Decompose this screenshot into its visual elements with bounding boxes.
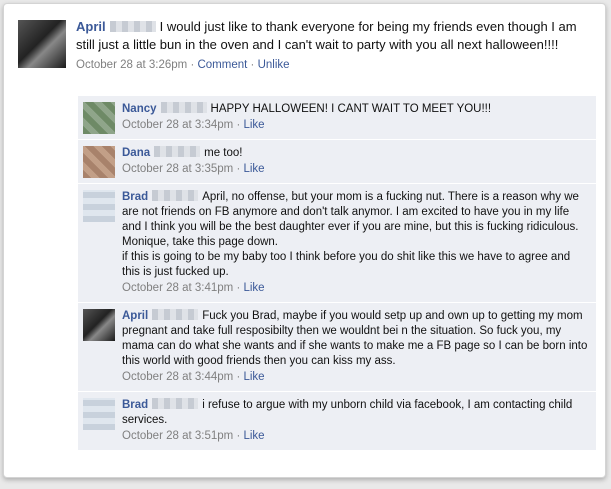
- comment-meta: October 28 at 3:35pm · Like: [122, 163, 265, 175]
- comment-link[interactable]: Comment: [197, 59, 247, 71]
- commenter-avatar[interactable]: [83, 309, 115, 341]
- redacted-surname: [109, 21, 156, 32]
- like-link[interactable]: Like: [243, 282, 264, 294]
- commenter-avatar[interactable]: [83, 190, 115, 222]
- comment: Brad April, no offense, but your mom is a…: [78, 184, 596, 303]
- redacted-surname: [154, 146, 201, 157]
- comment-timestamp[interactable]: October 28 at 3:44pm: [122, 371, 233, 383]
- comment-meta: October 28 at 3:34pm · Like: [122, 119, 265, 131]
- commenter-avatar[interactable]: [83, 398, 115, 430]
- commenter-name[interactable]: Brad: [122, 191, 148, 203]
- post-author-avatar[interactable]: [18, 20, 66, 68]
- commenter-avatar[interactable]: [83, 102, 115, 134]
- comment-meta: October 28 at 3:41pm · Like: [122, 282, 265, 294]
- comment-list: Nancy HAPPY HALLOWEEN! I CANT WAIT TO MEE…: [78, 96, 596, 451]
- commenter-avatar[interactable]: [83, 146, 115, 178]
- post-timestamp[interactable]: October 28 at 3:26pm: [76, 59, 187, 71]
- commenter-name[interactable]: April: [122, 310, 148, 322]
- comment: April Fuck you Brad, maybe if you would s…: [78, 303, 596, 392]
- commenter-name[interactable]: Nancy: [122, 103, 157, 115]
- comment-timestamp[interactable]: October 28 at 3:41pm: [122, 282, 233, 294]
- comment: Brad i refuse to argue with my unborn chi…: [78, 392, 596, 451]
- commenter-name[interactable]: Brad: [122, 399, 148, 411]
- like-link[interactable]: Like: [243, 163, 264, 175]
- redacted-surname: [160, 102, 207, 113]
- comment-meta: October 28 at 3:51pm · Like: [122, 430, 265, 442]
- comment: Dana me too! October 28 at 3:35pm · Like: [78, 140, 596, 184]
- post-card: April I would just like to thank everyone…: [3, 3, 606, 478]
- like-link[interactable]: Like: [243, 430, 264, 442]
- redacted-surname: [152, 309, 199, 320]
- like-link[interactable]: Like: [243, 119, 264, 131]
- comment-text: HAPPY HALLOWEEN! I CANT WAIT TO MEET YOU…: [210, 103, 492, 115]
- comment-text-continued: if this is going to be my baby too I thi…: [122, 251, 571, 278]
- comment-timestamp[interactable]: October 28 at 3:51pm: [122, 430, 233, 442]
- post-author-name[interactable]: April: [76, 19, 106, 34]
- unlike-link[interactable]: Unlike: [258, 59, 290, 71]
- comment-meta: October 28 at 3:44pm · Like: [122, 371, 265, 383]
- like-link[interactable]: Like: [243, 371, 264, 383]
- redacted-surname: [152, 398, 199, 409]
- comment-text: me too!: [204, 147, 243, 159]
- post-meta: October 28 at 3:26pm · Comment · Unlike: [76, 59, 290, 71]
- post-body: April I would just like to thank everyone…: [76, 18, 596, 74]
- comment: Nancy HAPPY HALLOWEEN! I CANT WAIT TO MEE…: [78, 96, 596, 140]
- comment-timestamp[interactable]: October 28 at 3:34pm: [122, 119, 233, 131]
- comment-timestamp[interactable]: October 28 at 3:35pm: [122, 163, 233, 175]
- redacted-surname: [152, 190, 199, 201]
- commenter-name[interactable]: Dana: [122, 147, 150, 159]
